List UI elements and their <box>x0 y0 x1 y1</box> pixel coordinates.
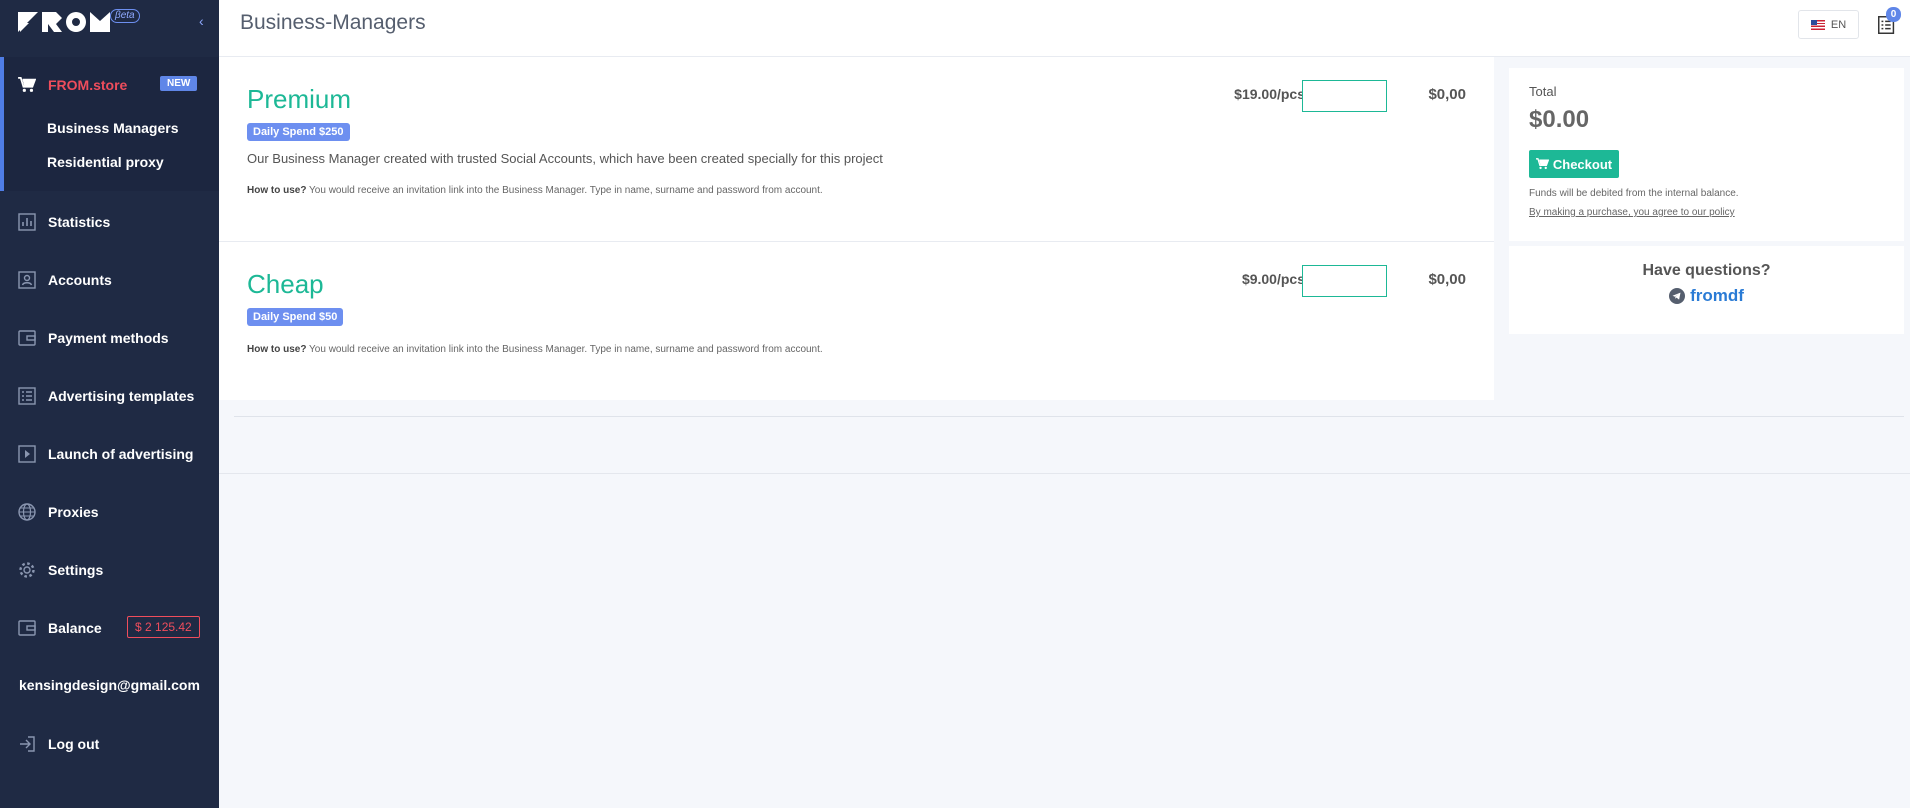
telegram-handle: fromdf <box>1690 286 1744 305</box>
user-card-icon <box>18 271 36 289</box>
cart-count-badge: 0 <box>1886 7 1901 22</box>
balance-badge: $ 2 125.42 <box>127 616 200 638</box>
questions-title: Have questions? <box>1642 262 1771 279</box>
bar-chart-icon <box>18 213 36 231</box>
funds-note: Funds will be debited from the internal … <box>1529 188 1739 199</box>
sidebar-item-advertising-templates[interactable]: Advertising templates <box>0 381 219 411</box>
sidebar-item-label: Settings <box>48 562 104 578</box>
sidebar-item-label: Accounts <box>48 272 112 288</box>
quantity-input[interactable] <box>1302 265 1387 297</box>
sidebar-item-store[interactable]: FROM.store <box>18 77 127 93</box>
sidebar-item-proxies[interactable]: Proxies <box>0 497 219 527</box>
logo-row: βeta ‹ <box>0 0 219 44</box>
collapse-sidebar-icon[interactable]: ‹ <box>199 13 204 29</box>
product-list: Premium Daily Spend $250 Our Business Ma… <box>219 57 1494 400</box>
total-card: Total $0.00 Checkout Funds will be debit… <box>1509 68 1904 241</box>
sidebar-item-label: Balance <box>48 620 102 636</box>
us-flag-icon <box>1810 19 1825 30</box>
questions-card: Have questions? fromdf <box>1509 246 1904 334</box>
daily-spend-badge: Daily Spend $250 <box>247 123 350 141</box>
wallet-icon <box>18 330 36 346</box>
brand-logo[interactable] <box>18 12 110 32</box>
howto-body: You would receive an invitation link int… <box>306 185 823 196</box>
sidebar-item-label: Log out <box>48 736 100 752</box>
product-price: $19.00/pcs <box>1234 86 1305 102</box>
total-label: Total <box>1529 84 1557 99</box>
product-card-cheap: Cheap Daily Spend $50 How to use? You wo… <box>219 242 1494 400</box>
sidebar-item-payment-methods[interactable]: Payment methods <box>0 323 219 353</box>
language-label: EN <box>1830 18 1847 31</box>
gear-icon <box>19 562 35 578</box>
sidebar-sub-business-managers[interactable]: Business Managers <box>47 120 179 136</box>
line-total: $0,00 <box>1428 86 1466 103</box>
product-name: Premium <box>247 84 352 114</box>
wallet-icon <box>18 620 36 636</box>
play-icon <box>18 445 36 463</box>
sidebar-item-label: Payment methods <box>48 330 169 346</box>
sidebar-item-label: Launch of advertising <box>48 446 194 462</box>
cart-icon <box>18 77 36 92</box>
product-card-premium: Premium Daily Spend $250 Our Business Ma… <box>219 57 1494 242</box>
logout-icon <box>20 736 35 752</box>
howto-text: How to use? You would receive an invitat… <box>247 344 823 355</box>
checkout-label: Checkout <box>1552 156 1613 172</box>
sidebar-item-logout[interactable]: Log out <box>0 729 219 759</box>
cart-icon <box>1535 158 1549 170</box>
howto-text: How to use? You would receive an invitat… <box>247 185 823 196</box>
sidebar-item-balance[interactable]: Balance $ 2 125.42 <box>0 613 219 643</box>
telegram-link[interactable]: fromdf <box>1509 286 1904 306</box>
divider <box>219 473 1910 474</box>
sidebar-item-label: Statistics <box>48 214 111 230</box>
sidebar-item-accounts[interactable]: Accounts <box>0 265 219 295</box>
sidebar-item-label: Advertising templates <box>48 388 195 404</box>
top-header: Business-Managers EN 0 <box>219 0 1910 57</box>
language-button[interactable]: EN <box>1798 10 1859 39</box>
howto-label: How to use? <box>247 185 307 196</box>
sidebar-sub-residential-proxy[interactable]: Residential proxy <box>47 154 164 170</box>
policy-link[interactable]: By making a purchase, you agree to our p… <box>1529 207 1735 218</box>
quantity-input[interactable] <box>1302 80 1387 112</box>
sidebar-item-launch-advertising[interactable]: Launch of advertising <box>0 439 219 469</box>
globe-icon <box>18 503 36 521</box>
store-label: FROM.store <box>48 77 128 93</box>
product-description: Our Business Manager created with truste… <box>247 151 883 166</box>
page-title: Business-Managers <box>240 11 426 34</box>
daily-spend-badge: Daily Spend $50 <box>247 308 344 326</box>
beta-badge: βeta <box>110 9 140 23</box>
user-email: kensingdesign@gmail.com <box>19 677 200 693</box>
new-badge: NEW <box>160 76 198 91</box>
sidebar: βeta ‹ FROM.store NEW Business Managers … <box>0 0 219 808</box>
divider <box>234 416 1904 417</box>
store-section: FROM.store NEW Business Managers Residen… <box>0 57 219 191</box>
sidebar-item-settings[interactable]: Settings <box>0 555 219 585</box>
line-total: $0,00 <box>1428 271 1466 288</box>
sidebar-item-label: Proxies <box>48 504 99 520</box>
checkout-button[interactable]: Checkout <box>1529 150 1619 178</box>
total-value: $0.00 <box>1529 106 1590 133</box>
sidebar-item-statistics[interactable]: Statistics <box>0 207 219 237</box>
howto-body: You would receive an invitation link int… <box>306 344 823 355</box>
product-price: $9.00/pcs <box>1241 271 1305 287</box>
howto-label: How to use? <box>247 344 307 355</box>
list-icon <box>18 387 36 405</box>
product-name: Cheap <box>247 269 324 299</box>
telegram-icon <box>1669 288 1686 304</box>
